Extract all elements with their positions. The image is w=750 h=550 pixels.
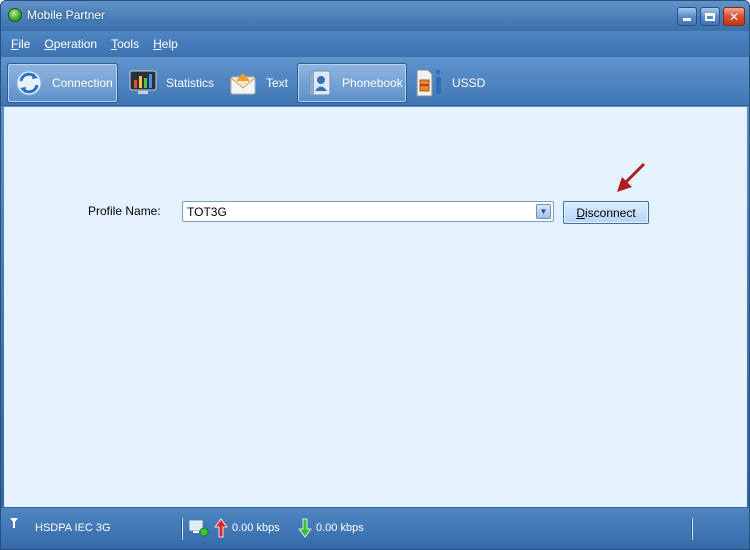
connection-tab[interactable]: Connection xyxy=(7,63,118,103)
menu-help-accel: H xyxy=(153,37,162,51)
maximize-button[interactable] xyxy=(700,7,720,26)
close-button[interactable]: ✕ xyxy=(723,7,745,26)
upload-arrow-icon xyxy=(214,518,228,538)
red-arrow-annotation-icon xyxy=(617,162,646,192)
menu-help-label: elp xyxy=(161,37,178,51)
minimize-icon xyxy=(683,18,691,21)
menu-help[interactable]: Help xyxy=(153,37,178,51)
menu-file-label: ile xyxy=(18,37,31,51)
network-type-text: HSDPA IEC 3G xyxy=(35,522,111,534)
text-label: Text xyxy=(266,76,289,90)
connection-icon xyxy=(14,69,44,97)
menu-bar: File Operation Tools Help xyxy=(1,31,749,57)
close-icon: ✕ xyxy=(728,9,740,24)
title-bar[interactable]: Mobile Partner ✕ xyxy=(1,1,749,31)
menu-tools-label: ools xyxy=(117,37,140,51)
dropdown-arrow-icon[interactable]: ▼ xyxy=(536,204,551,219)
disconnect-button[interactable]: Disconnect xyxy=(563,201,649,224)
text-tab[interactable]: Text xyxy=(221,63,293,103)
menu-operation-label: peration xyxy=(53,37,98,51)
phonebook-tab[interactable]: Phonebook xyxy=(297,63,407,103)
download-arrow-icon xyxy=(298,518,312,538)
window-title: Mobile Partner xyxy=(27,8,106,22)
profile-name-value: TOT3G xyxy=(187,205,227,219)
download-rate-text: 0.00 kbps xyxy=(316,522,364,534)
upload-rate-text: 0.00 kbps xyxy=(232,522,280,534)
ussd-sim-info-icon xyxy=(414,69,444,97)
status-bar: HSDPA IEC 3G 0.00 kbps 0.00 kbps xyxy=(1,508,749,549)
toolbar: Connection Statistics Text Phonebook USS… xyxy=(1,59,749,106)
phonebook-icon xyxy=(304,69,334,97)
profile-name-select[interactable]: TOT3G ▼ xyxy=(182,201,554,222)
disconnect-accel: D xyxy=(576,205,585,220)
profile-name-label: Profile Name: xyxy=(88,204,161,218)
mobile-partner-window: Mobile Partner ✕ File Operation Tools He… xyxy=(0,0,750,550)
status-divider xyxy=(181,518,183,540)
menu-operation[interactable]: Operation xyxy=(44,37,97,51)
statistics-label: Statistics xyxy=(166,76,215,90)
signal-antenna-icon xyxy=(10,518,18,528)
minimize-button[interactable] xyxy=(677,7,697,26)
envelope-icon xyxy=(228,69,258,97)
ussd-tab[interactable]: USSD xyxy=(411,63,491,103)
connection-panel: Profile Name: TOT3G ▼ Disconnect xyxy=(4,107,747,507)
phonebook-label: Phonebook xyxy=(342,76,403,90)
statistics-monitor-icon xyxy=(128,69,158,97)
statistics-tab[interactable]: Statistics xyxy=(121,63,217,103)
ussd-label: USSD xyxy=(452,76,486,90)
network-computer-icon xyxy=(189,520,209,537)
menu-file[interactable]: File xyxy=(11,37,30,51)
connection-label: Connection xyxy=(52,76,113,90)
menu-operation-accel: O xyxy=(44,37,54,51)
app-logo-icon xyxy=(8,8,22,22)
maximize-icon xyxy=(705,12,715,21)
disconnect-label: isconnect xyxy=(584,205,636,220)
menu-tools[interactable]: Tools xyxy=(111,37,139,51)
status-divider-right xyxy=(691,518,693,540)
